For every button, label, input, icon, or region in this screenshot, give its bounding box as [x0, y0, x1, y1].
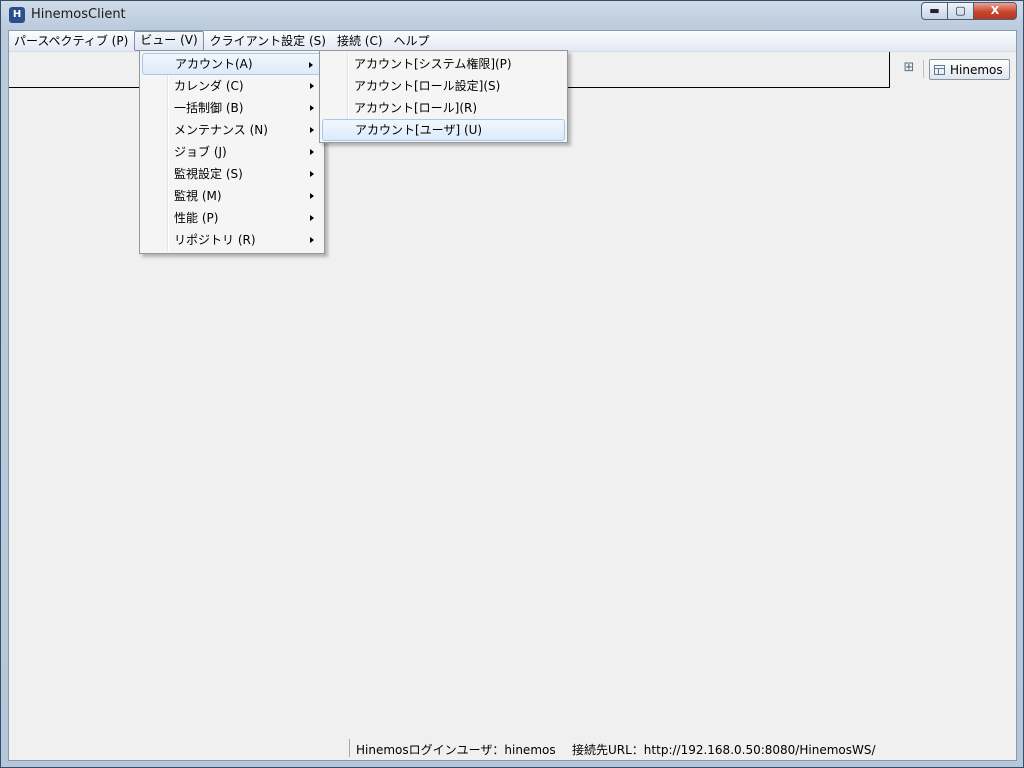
window-title: HinemosClient — [31, 7, 126, 22]
status-bar: Hinemosログインユーザ：hinemos 接続先URL：http://192… — [9, 734, 1016, 760]
submenu-arrow-icon — [309, 62, 313, 68]
menu-help[interactable]: ヘルプ — [389, 32, 435, 50]
menu-view[interactable]: ビュー (V) — [134, 31, 204, 51]
menu-item-label: 監視設定 (S) — [174, 167, 243, 181]
menu-item-repository[interactable]: リポジトリ (R) — [142, 229, 322, 251]
menu-item-label: ジョブ (J) — [174, 145, 227, 159]
menu-item-calendar[interactable]: カレンダ (C) — [142, 75, 322, 97]
submenu-arrow-icon — [310, 83, 314, 89]
submenu-arrow-icon — [310, 105, 314, 111]
submenu-arrow-icon — [310, 149, 314, 155]
menu-item-label: アカウント(A) — [175, 57, 253, 71]
menu-item-label: メンテナンス (N) — [174, 123, 268, 137]
menu-item-performance[interactable]: 性能 (P) — [142, 207, 322, 229]
submenu-arrow-icon — [310, 237, 314, 243]
menu-item-label: 一括制御 (B) — [174, 101, 244, 115]
account-submenu: アカウント[システム権限](P) アカウント[ロール設定](S) アカウント[ロ… — [319, 50, 568, 143]
menu-item-job[interactable]: ジョブ (J) — [142, 141, 322, 163]
menu-client-settings[interactable]: クライアント設定 (S) — [205, 32, 331, 50]
menu-item-maintenance[interactable]: メンテナンス (N) — [142, 119, 322, 141]
minimize-button[interactable]: ▬ — [921, 2, 948, 20]
window-controls: ▬ ▢ X — [921, 2, 1017, 20]
status-login-user: Hinemosログインユーザ：hinemos — [356, 743, 556, 757]
perspective-separator — [923, 60, 924, 78]
status-connection-url: 接続先URL：http://192.168.0.50:8080/HinemosW… — [572, 743, 876, 757]
view-dropdown-menu: アカウント(A) カレンダ (C) 一括制御 (B) メンテナンス (N) ジョ… — [139, 50, 325, 254]
menu-bar: パースペクティブ (P) ビュー (V) クライアント設定 (S) 接続 (C)… — [9, 31, 1016, 52]
menu-item-bulk-control[interactable]: 一括制御 (B) — [142, 97, 322, 119]
submenu-arrow-icon — [310, 171, 314, 177]
submenu-item-system-privilege[interactable]: アカウント[システム権限](P) — [322, 53, 565, 75]
submenu-item-role[interactable]: アカウント[ロール](R) — [322, 97, 565, 119]
menu-item-label: 性能 (P) — [174, 211, 219, 225]
submenu-arrow-icon — [310, 193, 314, 199]
open-perspective-icon[interactable]: ⊞ — [901, 60, 917, 76]
menu-item-account[interactable]: アカウント(A) — [142, 53, 322, 75]
status-separator — [349, 739, 350, 757]
hinemos-app-icon[interactable]: H — [9, 7, 25, 23]
menu-item-label: リポジトリ (R) — [174, 233, 256, 247]
submenu-arrow-icon — [310, 215, 314, 221]
menu-perspective[interactable]: パースペクティブ (P) — [9, 32, 133, 50]
menu-item-label: カレンダ (C) — [174, 79, 244, 93]
menu-item-monitor-settings[interactable]: 監視設定 (S) — [142, 163, 322, 185]
perspective-hinemos-button[interactable]: Hinemos — [929, 59, 1010, 80]
submenu-arrow-icon — [310, 127, 314, 133]
menu-connection[interactable]: 接続 (C) — [332, 32, 388, 50]
perspective-bar: ⊞ Hinemos — [893, 52, 1017, 86]
menu-item-monitor[interactable]: 監視 (M) — [142, 185, 322, 207]
maximize-button[interactable]: ▢ — [947, 2, 974, 20]
submenu-item-role-settings[interactable]: アカウント[ロール設定](S) — [322, 75, 565, 97]
perspective-icon — [934, 64, 945, 75]
perspective-label: Hinemos — [950, 62, 1003, 77]
submenu-item-user[interactable]: アカウント[ユーザ] (U) — [322, 119, 565, 141]
menu-item-label: 監視 (M) — [174, 189, 222, 203]
title-bar[interactable]: H HinemosClient ▬ ▢ X — [1, 1, 1023, 29]
close-button[interactable]: X — [973, 2, 1017, 20]
